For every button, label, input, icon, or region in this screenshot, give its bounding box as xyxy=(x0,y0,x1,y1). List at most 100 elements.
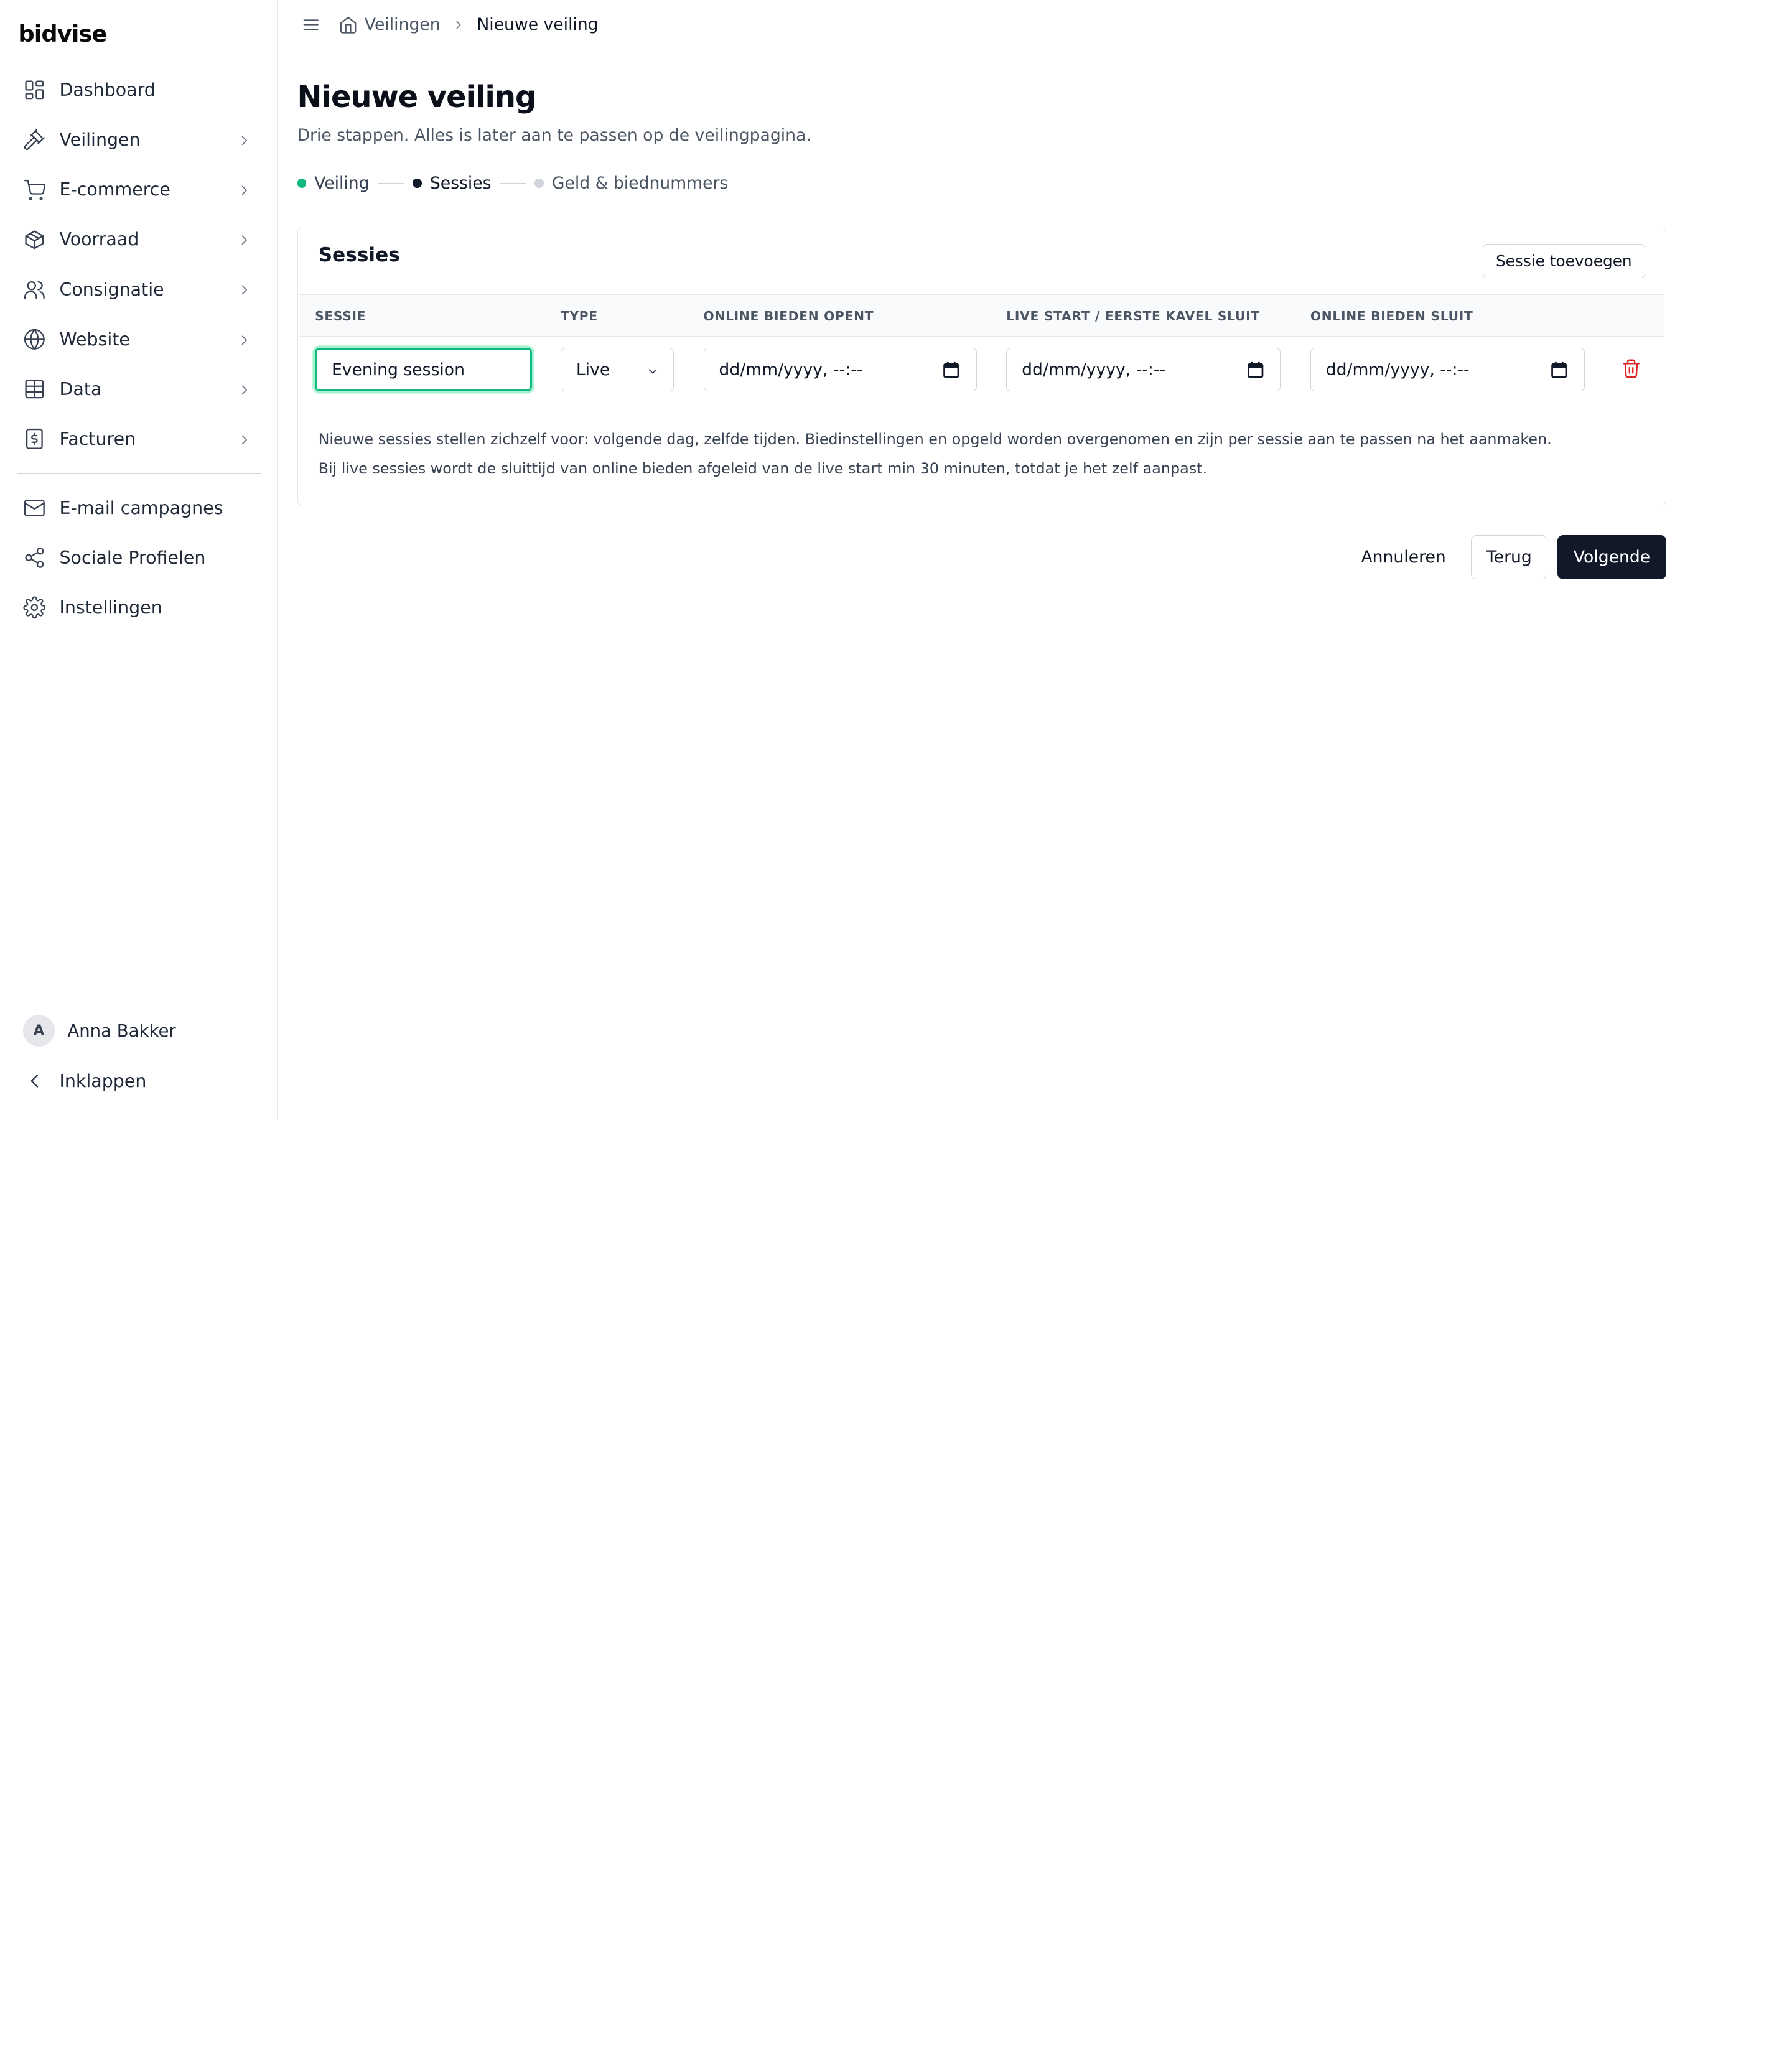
sidebar-item-label: E-commerce xyxy=(59,179,170,200)
sidebar-item-data[interactable]: Data xyxy=(0,364,278,414)
sidebar-item-label: Voorraad xyxy=(59,229,139,250)
sidebar-item-label: Instellingen xyxy=(59,597,162,618)
sidebar-item-label: Data xyxy=(59,378,102,399)
collapse-label: Inklappen xyxy=(59,1071,147,1091)
chevron-left-icon xyxy=(30,1075,38,1088)
stepper: Veiling Sessies Geld & biednummers xyxy=(297,174,728,194)
online-closes-value: dd/mm/yyyy, --:-- xyxy=(1325,360,1470,380)
sidebar-item-e-commerce[interactable]: E-commerce xyxy=(0,165,278,215)
calendar-icon[interactable] xyxy=(943,361,960,379)
sidebar-item-veilingen[interactable]: Veilingen xyxy=(0,115,278,165)
step-label: Sessies xyxy=(429,174,492,194)
chevron-right-icon xyxy=(236,231,253,248)
users-icon xyxy=(23,278,46,301)
sidebar-item-label: Facturen xyxy=(59,428,136,449)
user-name: Anna Bakker xyxy=(67,1020,176,1041)
delete-session-icon[interactable] xyxy=(1621,358,1641,379)
avatar: A xyxy=(22,1014,55,1047)
chevron-right-icon xyxy=(236,431,253,447)
step-label: Geld & biednummers xyxy=(551,174,729,194)
live-start-value: dd/mm/yyyy, --:-- xyxy=(1022,360,1166,380)
sidebar-item-label: Veilingen xyxy=(59,129,141,151)
menu-icon[interactable] xyxy=(302,16,320,34)
cancel-button[interactable]: Annuleren xyxy=(1347,535,1459,580)
sidebar-item-email-campagnes[interactable]: E-mail campagnes xyxy=(0,483,278,533)
step-geld-biednummers[interactable]: Geld & biednummers xyxy=(534,174,728,193)
column-header-online-closes: ONLINE BIEDEN SLUIT xyxy=(1310,309,1473,324)
online-opens-value: dd/mm/yyyy, --:-- xyxy=(719,360,863,380)
chevron-right-icon xyxy=(236,132,253,148)
sidebar-divider xyxy=(17,473,261,474)
sidebar-item-label: Dashboard xyxy=(59,80,156,101)
sidebar-item-website[interactable]: Website xyxy=(0,314,278,364)
column-header-live-start: LIVE START / EERSTE KAVEL SLUIT xyxy=(1006,309,1260,324)
step-sessies[interactable]: Sessies xyxy=(413,174,492,194)
back-button[interactable]: Terug xyxy=(1471,534,1547,580)
chevron-down-icon xyxy=(646,363,660,377)
step-upcoming-dot xyxy=(534,179,544,189)
column-header-type: TYPE xyxy=(560,309,598,324)
online-closes-datetime-input[interactable]: dd/mm/yyyy, --:-- xyxy=(1310,348,1585,392)
session-name-value: Evening session xyxy=(331,360,465,380)
sidebar-item-instellingen[interactable]: Instellingen xyxy=(0,583,278,633)
mail-icon xyxy=(23,497,46,520)
chevron-right-icon xyxy=(236,331,253,347)
sidebar-item-label: Sociale Profielen xyxy=(59,548,206,569)
share-icon xyxy=(23,546,46,569)
step-veiling[interactable]: Veiling xyxy=(297,174,370,193)
sidebar-item-voorraad[interactable]: Voorraad xyxy=(0,215,278,264)
session-type-value: Live xyxy=(576,360,610,380)
sessions-title: Sessies xyxy=(318,244,400,267)
invoice-icon xyxy=(23,427,46,450)
step-done-dot xyxy=(297,179,307,189)
column-header-sessie: SESSIE xyxy=(315,309,366,324)
calendar-icon[interactable] xyxy=(1247,361,1264,379)
next-button[interactable]: Volgende xyxy=(1557,534,1666,580)
calendar-icon[interactable] xyxy=(1551,361,1568,379)
table-icon xyxy=(23,378,46,401)
gear-icon xyxy=(23,596,46,619)
sidebar-item-sociale-profielen[interactable]: Sociale Profielen xyxy=(0,533,278,583)
form-actions: Annuleren Terug Volgende xyxy=(1347,534,1666,580)
sidebar: bidvise Dashboard Veilingen E-commerce V… xyxy=(0,0,278,1120)
step-current-dot xyxy=(413,179,422,189)
chevron-right-icon xyxy=(236,182,253,198)
app-logo[interactable]: bidvise xyxy=(18,21,107,47)
user-profile[interactable]: A Anna Bakker xyxy=(22,1014,176,1047)
live-start-datetime-input[interactable]: dd/mm/yyyy, --:-- xyxy=(1006,348,1281,392)
collapse-sidebar-button[interactable]: Inklappen xyxy=(23,1070,147,1093)
home-icon[interactable] xyxy=(338,15,358,34)
cart-icon xyxy=(23,179,46,202)
page-title: Nieuwe veiling xyxy=(297,80,537,114)
column-header-online-opens: ONLINE BIEDEN OPENT xyxy=(703,309,874,324)
page-subtitle: Drie stappen. Alles is later aan te pass… xyxy=(297,126,811,146)
sidebar-nav: Dashboard Veilingen E-commerce Voorraad … xyxy=(0,65,278,633)
breadcrumb-current: Nieuwe veiling xyxy=(477,15,599,35)
sidebar-item-label: E-mail campagnes xyxy=(59,498,223,519)
package-icon xyxy=(23,228,46,251)
dashboard-icon xyxy=(23,78,46,101)
add-session-button[interactable]: Sessie toevoegen xyxy=(1482,244,1645,279)
gavel-icon xyxy=(23,128,46,151)
step-connector xyxy=(500,182,526,184)
online-opens-datetime-input[interactable]: dd/mm/yyyy, --:-- xyxy=(703,348,977,392)
session-name-input[interactable]: Evening session xyxy=(315,348,533,392)
sessions-note: Nieuwe sessies stellen zichzelf voor: vo… xyxy=(318,430,1552,448)
sidebar-item-consignatie[interactable]: Consignatie xyxy=(0,264,278,314)
table-row: Evening session Live dd/mm/yyyy, --:-- d… xyxy=(299,337,1665,403)
sidebar-item-dashboard[interactable]: Dashboard xyxy=(0,65,278,115)
breadcrumb-veilingen[interactable]: Veilingen xyxy=(365,15,441,34)
session-type-select[interactable]: Live xyxy=(560,348,674,392)
app-root: bidvise Dashboard Veilingen E-commerce V… xyxy=(0,0,1792,1120)
sidebar-item-label: Consignatie xyxy=(59,279,164,300)
chevron-right-icon xyxy=(456,21,461,29)
chevron-right-icon xyxy=(236,281,253,297)
step-label: Veiling xyxy=(314,174,370,194)
globe-icon xyxy=(23,328,46,351)
sidebar-item-label: Website xyxy=(59,329,130,350)
topbar: Veilingen Nieuwe veiling xyxy=(278,0,1792,50)
sessions-note: Bij live sessies wordt de sluittijd van … xyxy=(318,460,1208,478)
sidebar-item-facturen[interactable]: Facturen xyxy=(0,414,278,464)
chevron-right-icon xyxy=(236,381,253,397)
sessions-table-header: SESSIE TYPE ONLINE BIEDEN OPENT LIVE STA… xyxy=(299,294,1665,337)
